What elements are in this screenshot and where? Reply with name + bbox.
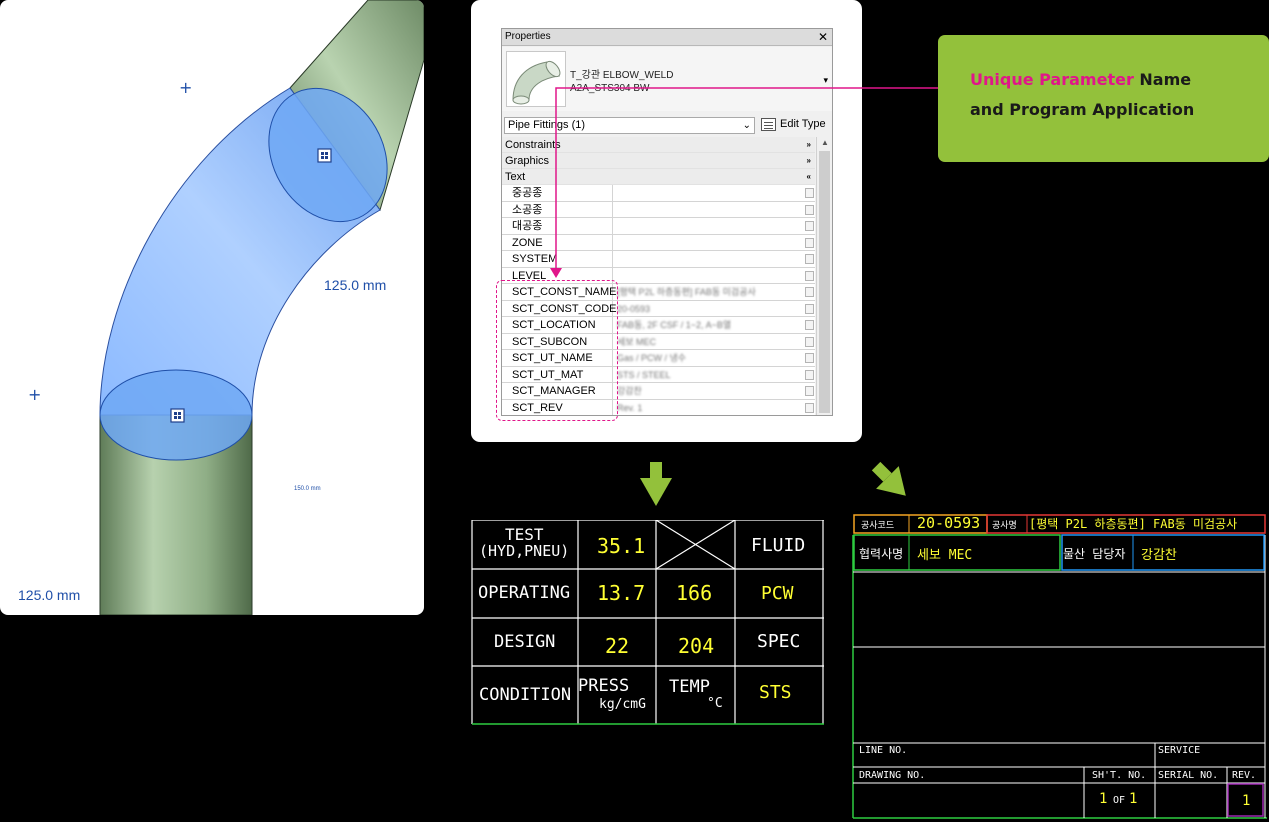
- test-pressure-value: 35.1: [597, 534, 646, 558]
- cad-condition-table: TEST (HYD,PNEU) 35.1 FLUID OPERATING 13.…: [471, 520, 824, 725]
- fluid-label: FLUID: [751, 535, 806, 556]
- temp-unit: °C: [707, 696, 723, 711]
- fluid-value: PCW: [761, 583, 794, 604]
- temp-label: TEMP: [669, 677, 710, 697]
- design-label: DESIGN: [494, 632, 556, 652]
- serial-no-label: SERIAL NO.: [1158, 770, 1219, 781]
- name-value: [평택 P2L 하층동편] FAB동 미검공사: [1029, 517, 1238, 531]
- press-unit: kg/cmG: [599, 697, 646, 712]
- service-label: SERVICE: [1158, 745, 1201, 756]
- test-sub-label: (HYD,PNEU): [479, 542, 570, 560]
- manager-label: 물산 담당자: [1063, 547, 1126, 561]
- sheet-total: 1: [1129, 791, 1138, 807]
- condition-label: CONDITION: [479, 685, 572, 705]
- line-no-label: LINE NO.: [859, 745, 908, 756]
- sheet-of-label: OF: [1113, 795, 1126, 806]
- down-arrow-icon: [640, 462, 672, 506]
- code-label: 공사코드: [861, 521, 895, 531]
- operating-pressure-value: 13.7: [597, 581, 646, 605]
- drawing-no-label: DRAWING NO.: [859, 770, 926, 781]
- spec-label: SPEC: [757, 631, 801, 652]
- cad-title-block: 공사코드 20-0593 공사명 [평택 P2L 하층동편] FAB동 미검공사…: [851, 513, 1269, 822]
- code-value: 20-0593: [917, 514, 981, 532]
- leader-arrowhead-icon: [550, 268, 562, 278]
- callout-leader-line: [555, 87, 938, 270]
- name-label: 공사명: [992, 521, 1017, 531]
- operating-temp-value: 166: [676, 581, 713, 605]
- spec-value: STS: [759, 682, 792, 703]
- diagonal-arrow-icon: [871, 461, 906, 496]
- operating-label: OPERATING: [478, 583, 571, 603]
- rev-value: 1: [1242, 793, 1251, 809]
- press-label: PRESS: [578, 676, 630, 696]
- design-pressure-value: 22: [605, 634, 630, 658]
- sheet-no-label: SH'T. NO.: [1092, 770, 1147, 781]
- design-temp-value: 204: [678, 634, 715, 658]
- subcon-label: 협력사명: [859, 547, 904, 561]
- rev-label: REV.: [1232, 770, 1257, 781]
- manager-value: 강감찬: [1141, 548, 1177, 563]
- subcon-value: 세보 MEC: [917, 548, 973, 563]
- sheet-current: 1: [1099, 791, 1108, 807]
